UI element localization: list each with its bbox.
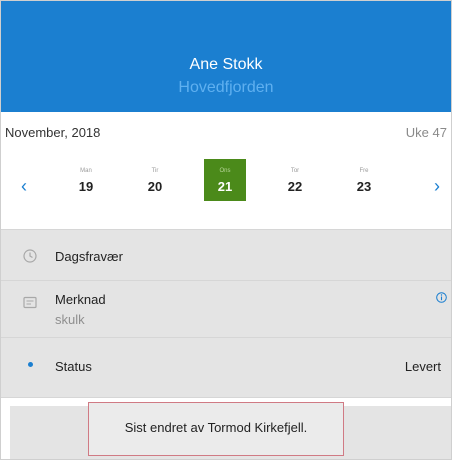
day-name: Man [80,168,92,174]
month-label: November, 2018 [5,125,101,140]
day-tue[interactable]: Tir 20 [134,159,176,201]
absence-row[interactable]: Dagsfravær [1,229,451,281]
day-date: 21 [217,179,233,194]
day-fri[interactable]: Fre 23 [343,159,385,201]
chevron-right-icon[interactable]: › [434,176,440,197]
day-wed-selected[interactable]: Ons 21 [204,159,246,201]
note-value: skulk [55,312,85,327]
day-name: Tor [290,168,300,174]
school-name: Hovedfjorden [178,79,274,96]
clock-icon [23,249,37,263]
student-name: Ane Stokk [189,56,263,73]
note-icon [23,296,37,309]
day-name: Fre [359,168,369,174]
info-icon[interactable] [436,292,447,303]
chevron-left-icon[interactable]: ‹ [21,176,27,197]
day-name: Tir [151,168,159,174]
day-date: 20 [147,179,163,194]
day-date: 23 [356,179,372,194]
absence-label: Dagsfravær [55,249,123,264]
status-row: Status Levert [1,337,451,398]
last-modified-text: Sist endret av Tormod Kirkefjell. [124,420,308,435]
last-modified-toast: Sist endret av Tormod Kirkefjell. [88,402,344,456]
day-date: 22 [287,179,303,194]
month-row: November, 2018 Uke 47 [1,112,451,152]
day-mon[interactable]: Man 19 [65,159,107,201]
note-row[interactable]: Merknad skulk [1,280,451,338]
day-thu[interactable]: Tor 22 [274,159,316,201]
day-date: 19 [78,179,94,194]
day-name: Ons [219,168,231,174]
note-label: Merknad [55,292,106,307]
status-label: Status [55,359,92,374]
status-value: Levert [404,359,441,374]
week-label: Uke 47 [405,125,447,140]
app-screen: Ane Stokk Hovedfjorden November, 2018 Uk… [0,0,452,460]
header: Ane Stokk Hovedfjorden [1,1,451,112]
day-picker: ‹ Man 19 Tir 20 Ons 21 Tor 22 Fre 23 › [1,152,451,229]
dot-icon [28,362,33,367]
